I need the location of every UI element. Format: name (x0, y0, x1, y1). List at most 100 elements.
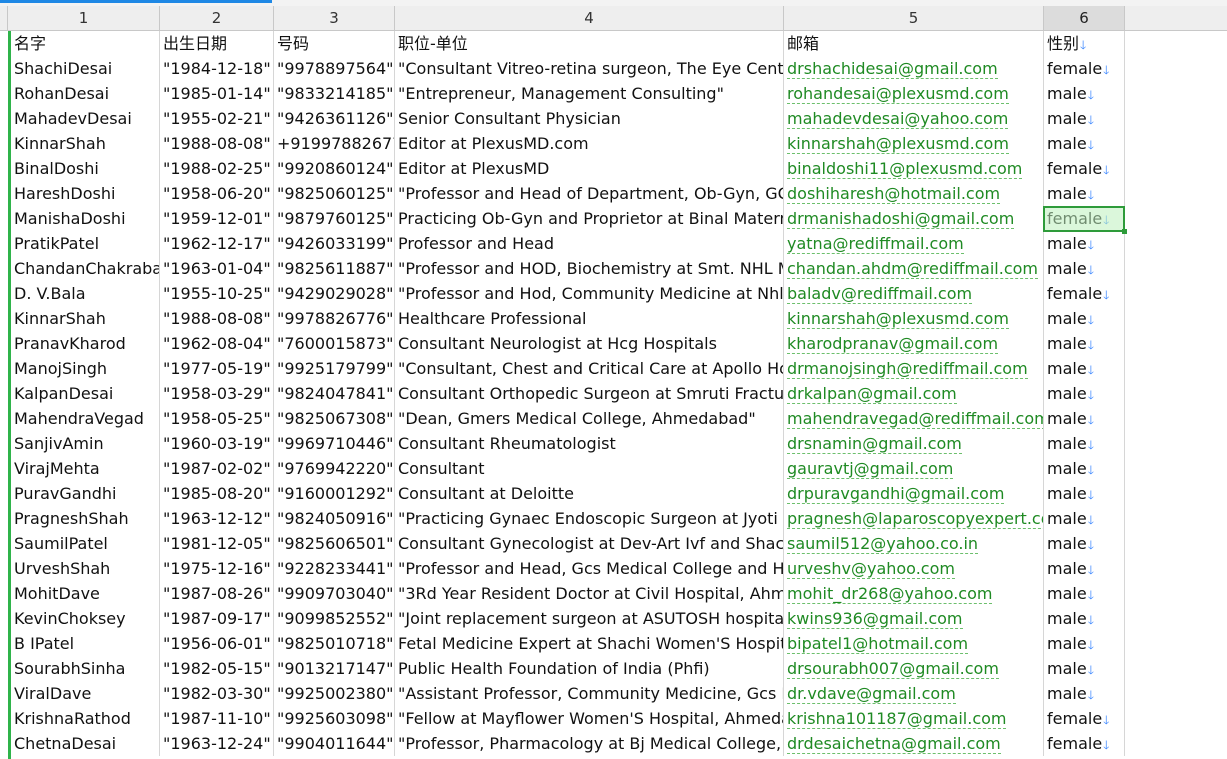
cell-birth[interactable]: "1981-12-05" (160, 531, 274, 556)
cell-email[interactable]: drsourabh007@gmail.com (784, 656, 1044, 681)
email-link[interactable]: yatna@rediffmail.com (787, 234, 964, 254)
cell-birth[interactable]: "1963-12-12" (160, 506, 274, 531)
cell-gender[interactable]: male🡓 (1044, 481, 1125, 506)
column-header-4[interactable]: 4 (395, 6, 784, 30)
cell-phone[interactable]: "9825010718" (274, 631, 395, 656)
cell-position[interactable]: Professor and Head (395, 231, 784, 256)
cell-name[interactable]: MahadevDesai (11, 106, 160, 131)
cell-name[interactable]: KinnarShah (11, 131, 160, 156)
column-header-5[interactable]: 5 (784, 6, 1044, 30)
cell-gender[interactable]: male🡓 (1044, 181, 1125, 206)
cell-phone[interactable]: "9978826776" (274, 306, 395, 331)
cell-name[interactable]: PratikPatel (11, 231, 160, 256)
cell-birth[interactable]: "1984-12-18" (160, 56, 274, 81)
cell-email[interactable]: kharodpranav@gmail.com (784, 331, 1044, 356)
cell-birth[interactable]: "1959-12-01" (160, 206, 274, 231)
cell-birth[interactable]: "1962-08-04" (160, 331, 274, 356)
cell-gender[interactable]: male🡓 (1044, 356, 1125, 381)
cell-email[interactable]: binaldoshi11@plexusmd.com (784, 156, 1044, 181)
cell-email[interactable]: rohandesai@plexusmd.com (784, 81, 1044, 106)
cell-position[interactable]: "Professor and Head of Department, Ob-Gy… (395, 181, 784, 206)
cell-gender[interactable]: male🡓 (1044, 381, 1125, 406)
cell-email[interactable]: drdesaichetna@gmail.com (784, 731, 1044, 756)
cell-position[interactable]: "Assistant Professor, Community Medicine… (395, 681, 784, 706)
cell-position[interactable]: Senior Consultant Physician (395, 106, 784, 131)
cell-name[interactable]: SaumilPatel (11, 531, 160, 556)
cell-position[interactable]: "Professor and Hod, Community Medicine a… (395, 281, 784, 306)
cell-birth[interactable]: "1988-08-08" (160, 306, 274, 331)
cell-phone[interactable]: "9426033199" (274, 231, 395, 256)
cell-position[interactable]: Consultant Gynecologist at Dev-Art Ivf a… (395, 531, 784, 556)
cell-name[interactable]: KevinChoksey (11, 606, 160, 631)
email-link[interactable]: drmanishadoshi@gmail.com (787, 209, 1015, 229)
cell-name[interactable]: VirajMehta (11, 456, 160, 481)
email-link[interactable]: saumil512@yahoo.co.in (787, 534, 979, 554)
email-link[interactable]: kharodpranav@gmail.com (787, 334, 999, 354)
cell-position[interactable]: "Professor and HOD, Biochemistry at Smt.… (395, 256, 784, 281)
column-header-3[interactable]: 3 (274, 6, 395, 30)
cell-name[interactable]: PranavKharod (11, 331, 160, 356)
cell-birth[interactable]: "1958-03-29" (160, 381, 274, 406)
cell-name[interactable]: SanjivAmin (11, 431, 160, 456)
email-link[interactable]: mohit_dr268@yahoo.com (787, 584, 993, 604)
cell-phone[interactable]: "9909703040" (274, 581, 395, 606)
cell-birth[interactable]: "1987-09-17" (160, 606, 274, 631)
email-link[interactable]: doshiharesh@hotmail.com (787, 184, 1001, 204)
cell-phone[interactable]: "9920860124" (274, 156, 395, 181)
cell-name[interactable]: UrveshShah (11, 556, 160, 581)
cell-birth[interactable]: "1975-12-16" (160, 556, 274, 581)
column-header-2[interactable]: 2 (160, 6, 274, 30)
cell-name[interactable]: BinalDoshi (11, 156, 160, 181)
cell-position[interactable]: "Fellow at Mayflower Women'S Hospital, A… (395, 706, 784, 731)
cell-name[interactable]: ManojSingh (11, 356, 160, 381)
email-link[interactable]: baladv@rediffmail.com (787, 284, 973, 304)
column-header-1[interactable]: 1 (8, 6, 160, 30)
cell-birth[interactable]: "1955-10-25" (160, 281, 274, 306)
cell-email[interactable]: drmanojsingh@rediffmail.com (784, 356, 1044, 381)
cell-email[interactable]: mahadevdesai@yahoo.com (784, 106, 1044, 131)
cell-birth[interactable]: "1977-05-19" (160, 356, 274, 381)
cell-phone[interactable]: +91997882677€ (274, 131, 395, 156)
cell-phone[interactable]: "9925002380" (274, 681, 395, 706)
cell-email[interactable]: gauravtj@gmail.com (784, 456, 1044, 481)
cell-position[interactable]: "Entrepreneur, Management Consulting" (395, 81, 784, 106)
email-link[interactable]: kwins936@gmail.com (787, 609, 963, 629)
cell-birth[interactable]: "1988-02-25" (160, 156, 274, 181)
cell-position[interactable]: Consultant Rheumatologist (395, 431, 784, 456)
cell-position-header[interactable]: 职位-单位 (395, 31, 784, 56)
cell-phone[interactable]: "9925603098" (274, 706, 395, 731)
cell-email[interactable]: yatna@rediffmail.com (784, 231, 1044, 256)
email-link[interactable]: drsnamin@gmail.com (787, 434, 962, 454)
cell-name[interactable]: RohanDesai (11, 81, 160, 106)
cell-name[interactable]: D. V.Bala (11, 281, 160, 306)
cell-phone[interactable]: "9825611887" (274, 256, 395, 281)
cell-email[interactable]: kinnarshah@plexusmd.com (784, 131, 1044, 156)
cell-gender[interactable]: male🡓 (1044, 606, 1125, 631)
cell-birth[interactable]: "1982-03-30" (160, 681, 274, 706)
cell-email[interactable]: drpuravgandhi@gmail.com (784, 481, 1044, 506)
cell-birth[interactable]: "1988-08-08" (160, 131, 274, 156)
cell-email[interactable]: pragnesh@laparoscopyexpert.com (784, 506, 1044, 531)
cell-email[interactable]: baladv@rediffmail.com (784, 281, 1044, 306)
cell-phone[interactable]: "7600015873" (274, 331, 395, 356)
cell-birth[interactable]: "1962-12-17" (160, 231, 274, 256)
cell-phone[interactable]: "9228233441" (274, 556, 395, 581)
cell-email[interactable]: doshiharesh@hotmail.com (784, 181, 1044, 206)
cell-email[interactable]: mahendravegad@rediffmail.com (784, 406, 1044, 431)
email-link[interactable]: mahendravegad@rediffmail.com (787, 409, 1043, 429)
cell-phone[interactable]: "9099852552" (274, 606, 395, 631)
cell-phone-header[interactable]: 号码 (274, 31, 395, 56)
cell-position[interactable]: Editor at PlexusMD (395, 156, 784, 181)
cell-phone[interactable]: "9833214185" (274, 81, 395, 106)
cell-gender[interactable]: male🡓 (1044, 581, 1125, 606)
cell-email[interactable]: chandan.ahdm@rediffmail.com (784, 256, 1044, 281)
cell-birth[interactable]: "1985-01-14" (160, 81, 274, 106)
cell-phone[interactable]: "9824047841" (274, 381, 395, 406)
cell-position[interactable]: "Professor, Pharmacology at Bj Medical C… (395, 731, 784, 756)
email-link[interactable]: gauravtj@gmail.com (787, 459, 954, 479)
cell-position[interactable]: "Dean, Gmers Medical College, Ahmedabad" (395, 406, 784, 431)
cell-name[interactable]: ChandanChakrabar (11, 256, 160, 281)
cell-position[interactable]: "Consultant, Chest and Critical Care at … (395, 356, 784, 381)
cell-name[interactable]: ManishaDoshi (11, 206, 160, 231)
cell-birth[interactable]: "1963-01-04" (160, 256, 274, 281)
